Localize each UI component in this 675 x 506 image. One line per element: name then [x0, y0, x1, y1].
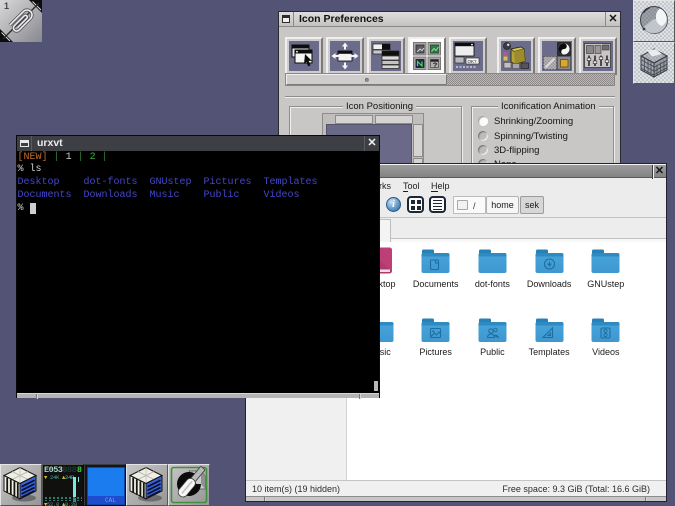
svg-text:1: 1 [4, 1, 9, 11]
svg-text:?: ? [433, 60, 438, 69]
svg-text:OK?: OK? [468, 59, 478, 64]
